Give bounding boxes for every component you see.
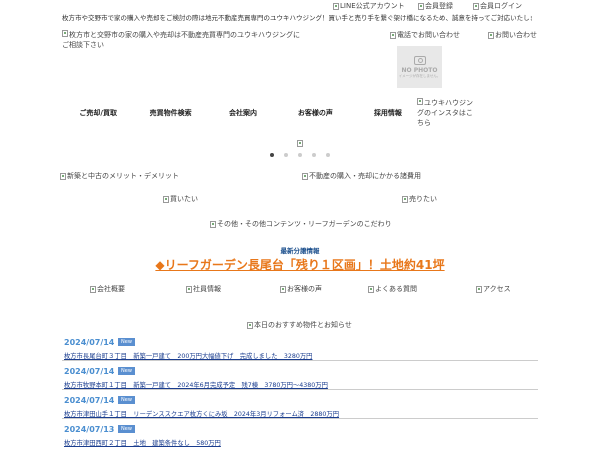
main-nav: ご売却/買取 売買物件検索 会社案内 お客様の声 採用情報 — [62, 97, 424, 129]
no-photo-text: NO PHOTO — [401, 66, 438, 74]
slider-dot[interactable] — [326, 153, 330, 157]
news-list: 2024/07/14 New 枚方市長尾台町３丁目 新築一戸建て 200万円大幅… — [62, 332, 538, 448]
banner-cost[interactable]: 不動産の購入・売却にかかる諸費用 — [302, 171, 421, 181]
news-date: 2024/07/14 — [64, 338, 115, 347]
phone-icon — [390, 31, 396, 39]
company-icon — [90, 285, 96, 293]
no-photo-image: NO PHOTO イメージが存在しません。 — [397, 46, 442, 88]
news-date: 2024/07/14 — [64, 367, 115, 376]
nav-property-search[interactable]: 売買物件検索 — [134, 97, 206, 129]
no-photo-subtext: イメージが存在しません。 — [398, 73, 441, 78]
nav-sell[interactable]: ご売却/買取 — [62, 97, 134, 129]
voice-icon — [280, 285, 286, 293]
slider-dots — [270, 153, 330, 157]
banner-merit[interactable]: 新築と中古のメリット・デメリット — [60, 171, 179, 181]
news-title-link[interactable]: 枚方市長尾台町３丁目 新築一戸建て 200万円大幅値下げ 完成しました 3280… — [64, 351, 312, 360]
slide-icon — [297, 140, 303, 147]
latest-label: 最新分譲情報 — [280, 247, 320, 255]
news-item[interactable]: 2024/07/14 New 枚方市牧野本町１丁目 新築一戸建て 2024年6月… — [62, 361, 538, 390]
news-item[interactable]: 2024/07/14 New 枚方市津田山手１丁目 リーデンススクエア枚方くにみ… — [62, 390, 538, 419]
contact-link[interactable]: お問い合わせ — [488, 30, 537, 40]
news-title-link[interactable]: 枚方市津田西町２丁目 土地 建築条件なし 580万円 — [64, 438, 221, 447]
quick-link-staff[interactable]: 社員情報 — [186, 284, 221, 294]
new-badge: New — [118, 338, 135, 346]
nav-voice[interactable]: お客様の声 — [279, 97, 351, 129]
slider-image — [297, 140, 304, 147]
slider-dot[interactable] — [284, 153, 288, 157]
news-title-link[interactable]: 枚方市牧野本町１丁目 新築一戸建て 2024年6月完成予定 残7棟 3780万円… — [64, 380, 328, 389]
faq-icon — [368, 285, 374, 293]
news-date: 2024/07/13 — [64, 425, 115, 434]
logo-icon — [62, 30, 68, 37]
banner-icon — [60, 172, 66, 180]
member-register-link[interactable]: 会員登録 — [418, 1, 453, 11]
camera-icon — [413, 55, 426, 65]
quick-link-access[interactable]: アクセス — [476, 284, 511, 294]
new-badge: New — [118, 367, 135, 375]
slider-dot[interactable] — [298, 153, 302, 157]
quick-link-faq[interactable]: よくある質問 — [368, 284, 417, 294]
latest-headline-link[interactable]: ◆リーフガーデン長尾台「残り１区画」！土地約41坪 — [0, 256, 600, 273]
banner-icon — [163, 195, 169, 203]
banner-contents[interactable]: その他・その他コンテンツ・リーフガーデンのこだわり — [210, 219, 392, 229]
nav-recruit[interactable]: 採用情報 — [352, 97, 424, 129]
banner-buy[interactable]: 買いたい — [163, 194, 198, 204]
heading-icon — [247, 321, 253, 329]
register-icon — [418, 2, 424, 10]
new-badge: New — [118, 425, 135, 433]
line-account-link[interactable]: LINE公式アカウント — [333, 1, 405, 11]
banner-icon — [402, 195, 408, 203]
banner-sell[interactable]: 売りたい — [402, 194, 437, 204]
news-date: 2024/07/14 — [64, 396, 115, 405]
line-icon — [333, 2, 339, 10]
slider-dot[interactable] — [312, 153, 316, 157]
new-badge: New — [118, 396, 135, 404]
member-login-link[interactable]: 会員ログイン — [473, 1, 522, 11]
quick-link-voice[interactable]: お客様の声 — [280, 284, 322, 294]
slider-dot[interactable] — [270, 153, 274, 157]
access-icon — [476, 285, 482, 293]
staff-icon — [186, 285, 192, 293]
news-title-link[interactable]: 枚方市津田山手１丁目 リーデンススクエア枚方くにみ坂 2024年3月リフォーム済… — [64, 409, 339, 418]
news-item[interactable]: 2024/07/13 New 枚方市津田西町２丁目 土地 建築条件なし 580万… — [62, 419, 538, 448]
header-tagline: 枚方市や交野市で家の購入や売却をご検討の際は地元不動産売買専門のユウキハウジング… — [62, 14, 532, 22]
mail-icon — [488, 31, 494, 39]
banner-icon — [302, 172, 308, 180]
banner-icon — [210, 220, 216, 228]
site-logo[interactable]: 枚方市と交野市の家の購入や売却は不動産売買専門のユウキハウジングにご相談下さい — [62, 30, 302, 50]
nav-company[interactable]: 会社案内 — [207, 97, 279, 129]
login-icon — [473, 2, 479, 10]
news-item[interactable]: 2024/07/14 New 枚方市長尾台町３丁目 新築一戸建て 200万円大幅… — [62, 332, 538, 361]
instagram-link[interactable]: ユウキハウジングのインスタはこちら — [417, 98, 479, 128]
phone-contact-link[interactable]: 電話でお問い合わせ — [390, 30, 460, 40]
quick-link-company[interactable]: 会社概要 — [90, 284, 125, 294]
news-heading: 本日のおすすめ物件とお知らせ — [247, 320, 352, 330]
